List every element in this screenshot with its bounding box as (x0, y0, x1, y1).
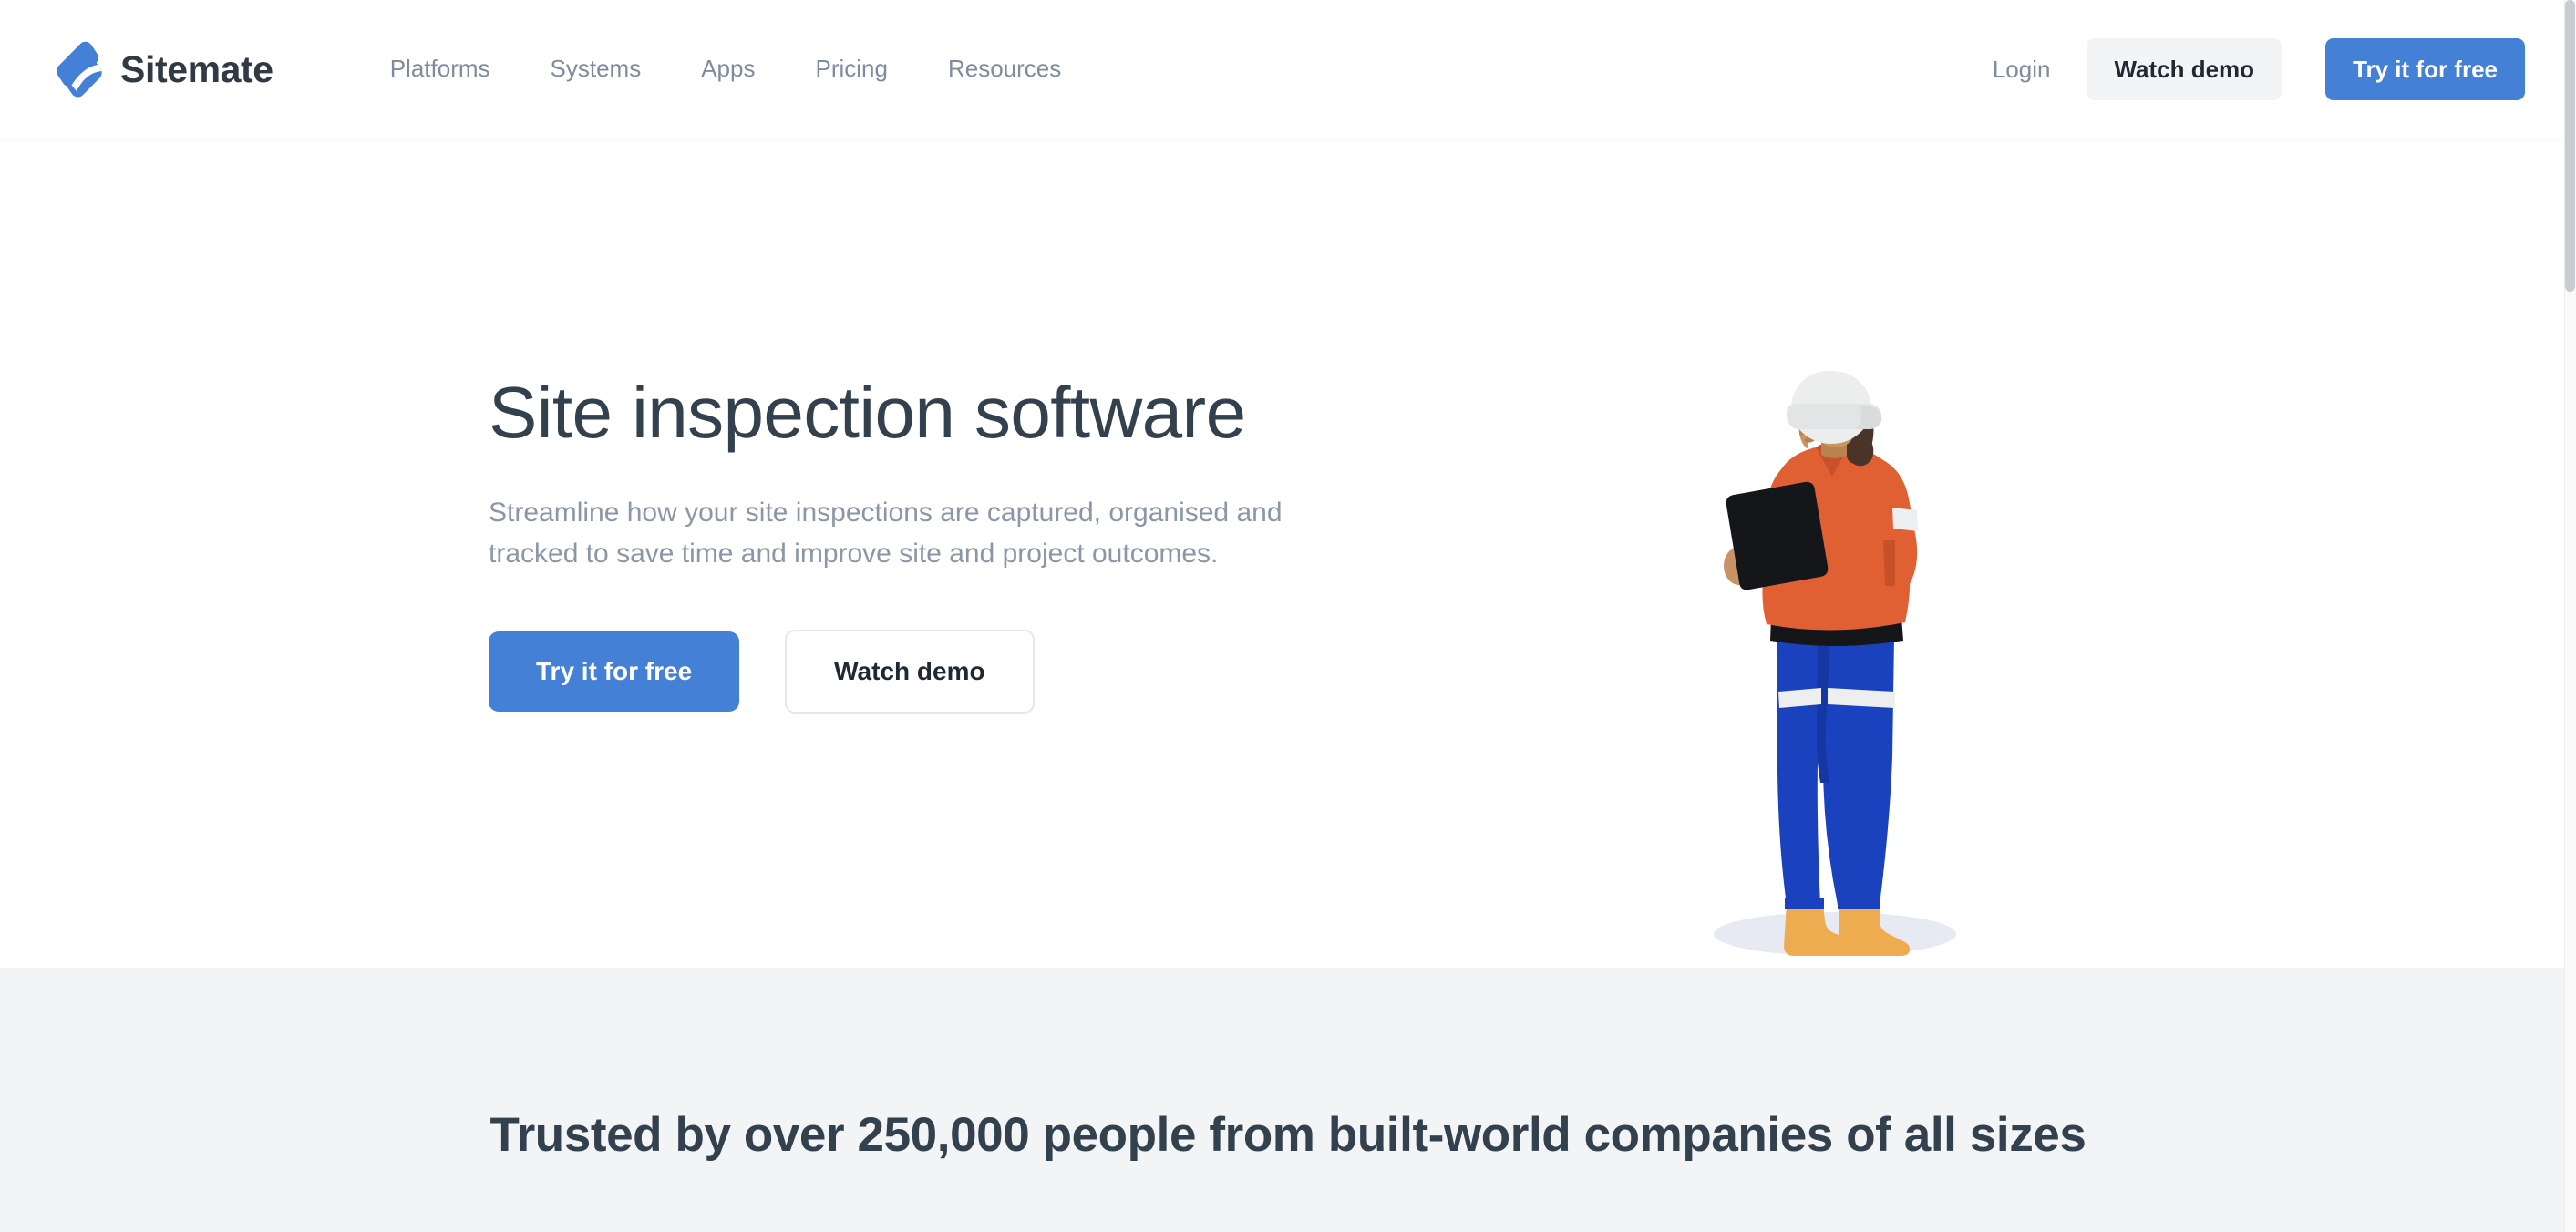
hero-inner: Site inspection software Streamline how … (0, 139, 2576, 968)
page-root: Sitemate Platforms Systems Apps Pricing … (0, 0, 2576, 1232)
trusted-heading: Trusted by over 250,000 people from buil… (489, 1108, 2087, 1162)
hero-section: Site inspection software Streamline how … (0, 139, 2576, 968)
login-link[interactable]: Login (1965, 46, 2078, 93)
hero-copy: Site inspection software Streamline how … (489, 372, 1400, 714)
page-scrollbar-thumb[interactable] (2565, 0, 2575, 292)
nav-item-platforms[interactable]: Platforms (390, 46, 520, 92)
hero-cta-group: Try it for free Watch demo (489, 629, 1400, 714)
header-actions: Login Watch demo Try it for free (1965, 38, 2525, 100)
main-navigation: Platforms Systems Apps Pricing Resources (390, 46, 1092, 92)
hero-try-it-for-free-button[interactable]: Try it for free (489, 631, 740, 712)
site-header: Sitemate Platforms Systems Apps Pricing … (0, 0, 2576, 139)
brand-logo-link[interactable]: Sitemate (51, 41, 273, 98)
nav-item-systems[interactable]: Systems (520, 46, 672, 92)
site-inspector-worker-illustration (1686, 371, 1978, 972)
hero-watch-demo-button[interactable]: Watch demo (785, 629, 1035, 714)
brand-name: Sitemate (120, 47, 273, 90)
nav-item-apps[interactable]: Apps (671, 46, 785, 92)
header-watch-demo-button[interactable]: Watch demo (2087, 38, 2282, 100)
hero-subtitle: Streamline how your site inspections are… (489, 497, 1283, 570)
header-try-it-for-free-button[interactable]: Try it for free (2325, 38, 2525, 100)
hero-title: Site inspection software (489, 372, 1246, 453)
trusted-section: Trusted by over 250,000 people from buil… (0, 968, 2576, 1232)
nav-item-pricing[interactable]: Pricing (785, 46, 917, 92)
sitemate-s-logo-icon (51, 41, 106, 98)
nav-item-resources[interactable]: Resources (918, 46, 1091, 92)
